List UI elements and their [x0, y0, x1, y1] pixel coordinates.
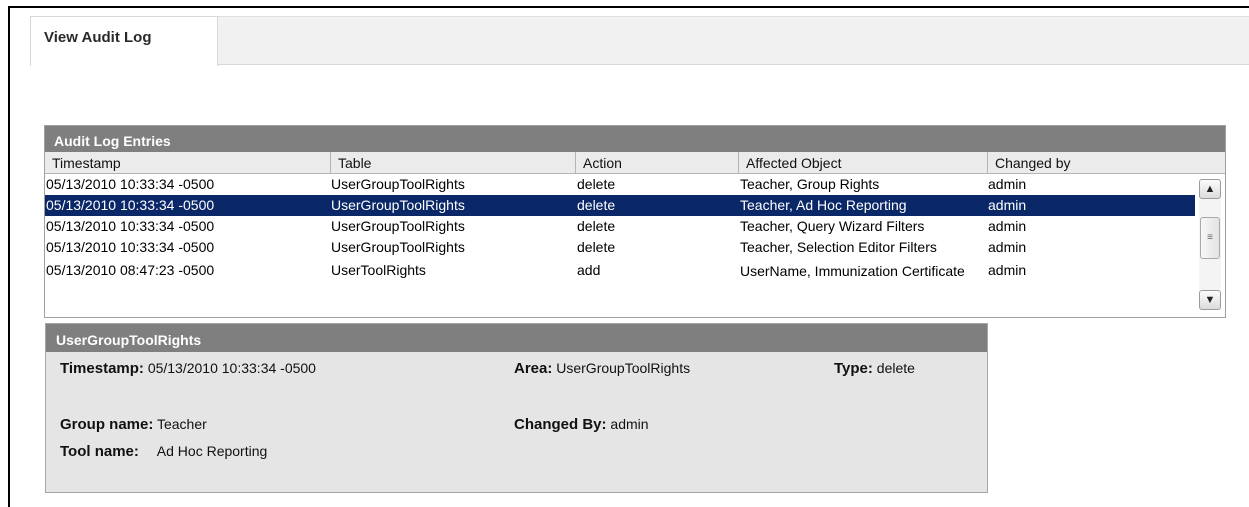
area-value: UserGroupToolRights: [556, 360, 691, 376]
column-header-timestamp[interactable]: Timestamp: [45, 152, 331, 173]
area-label: Area:: [514, 360, 553, 377]
timestamp-label: Timestamp:: [60, 360, 144, 377]
audit-log-entries-panel: Audit Log Entries Timestamp Table Action…: [44, 125, 1226, 318]
cell-table: UserGroupToolRights: [331, 239, 465, 255]
type-value: delete: [876, 360, 915, 376]
column-header-row: Timestamp Table Action Affected Object C…: [45, 152, 1225, 174]
timestamp-value: 05/13/2010 10:33:34 -0500: [147, 360, 316, 376]
column-header-affected-object[interactable]: Affected Object: [739, 152, 988, 173]
cell-affected-object: UserName, Immunization Certificate: [740, 263, 965, 279]
cell-action: add: [577, 262, 601, 278]
scroll-up-arrow-icon[interactable]: ▲: [1199, 179, 1221, 199]
cell-changed-by: admin: [988, 262, 1027, 278]
detail-title: UserGroupToolRights: [46, 324, 987, 352]
column-header-table[interactable]: Table: [331, 152, 576, 173]
cell-timestamp: 05/13/2010 08:47:23 -0500: [46, 262, 215, 278]
detail-type: Type: delete: [834, 360, 915, 377]
scroll-thumb-grip-icon[interactable]: ≡: [1200, 217, 1220, 259]
group-name-label: Group name:: [60, 416, 154, 433]
tool-name-label: Tool name:: [60, 443, 139, 460]
detail-changed-by: Changed By: admin: [514, 416, 649, 433]
cell-timestamp: 05/13/2010 10:33:34 -0500: [46, 239, 215, 255]
type-label: Type:: [834, 360, 873, 377]
panel-title: Audit Log Entries: [45, 126, 1225, 152]
vertical-scrollbar[interactable]: ▲ ≡ ▼: [1199, 179, 1221, 310]
scroll-track[interactable]: ≡: [1199, 199, 1221, 290]
entries-list: 05/13/2010 10:33:34 -0500 UserGroupToolR…: [45, 174, 1195, 317]
cell-affected-object: Teacher, Selection Editor Filters: [740, 239, 937, 255]
detail-timestamp: Timestamp: 05/13/2010 10:33:34 -0500: [60, 360, 316, 377]
scroll-down-arrow-icon[interactable]: ▼: [1199, 290, 1221, 310]
tool-name-value: Ad Hoc Reporting: [156, 443, 268, 459]
detail-tool-name: Tool name: Ad Hoc Reporting: [60, 443, 267, 460]
cell-changed-by: admin: [988, 239, 1027, 255]
detail-area: Area: UserGroupToolRights: [514, 360, 690, 377]
tab-view-audit-log[interactable]: View Audit Log: [30, 16, 218, 66]
cell-action: delete: [577, 239, 616, 255]
column-header-action[interactable]: Action: [576, 152, 739, 173]
cell-table: UserToolRights: [331, 262, 426, 278]
changed-by-label: Changed By:: [514, 416, 607, 433]
changed-by-value: admin: [610, 416, 649, 432]
table-row[interactable]: 05/13/2010 08:47:23 -0500 UserToolRights…: [45, 260, 1195, 302]
column-header-changed-by[interactable]: Changed by: [988, 152, 1225, 173]
table-row[interactable]: 05/13/2010 10:33:34 -0500 UserGroupToolR…: [45, 237, 1195, 258]
group-name-value: Teacher: [156, 416, 207, 432]
tab-strip: [218, 16, 1249, 65]
detail-group-name: Group name: Teacher: [60, 416, 207, 433]
entry-detail-panel: UserGroupToolRights Timestamp: 05/13/201…: [45, 323, 988, 493]
